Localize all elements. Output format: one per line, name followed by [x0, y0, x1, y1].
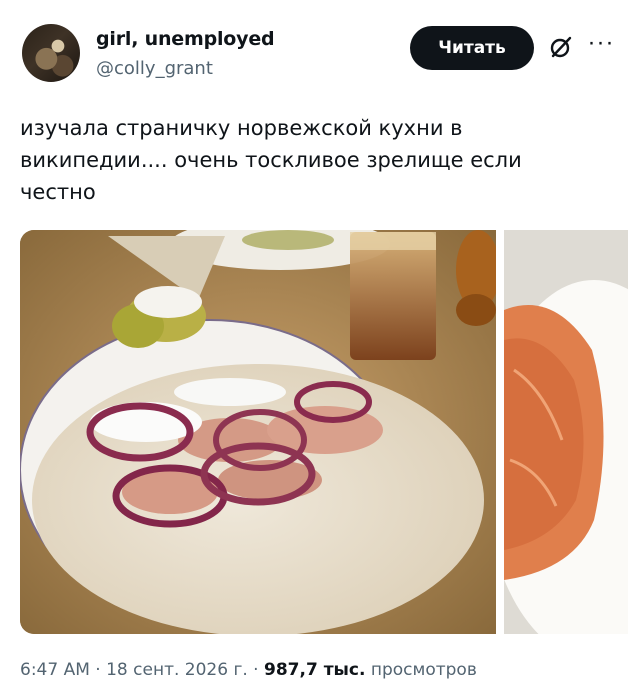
- tweet-meta: 6:47 AM · 18 сент. 2026 г. · 987,7 тыс. …: [20, 660, 477, 680]
- display-name[interactable]: girl, unemployed: [96, 28, 275, 50]
- meta-separator: ·: [89, 660, 107, 680]
- photo-smoked-salmon[interactable]: [504, 230, 628, 634]
- follow-button[interactable]: Читать: [410, 26, 534, 70]
- tweet-time[interactable]: 6:47 AM: [20, 660, 90, 680]
- tweet-media: [20, 230, 628, 634]
- views-count: 987,7 тыс.: [264, 660, 366, 680]
- views-label: просмотров: [365, 660, 477, 680]
- tweet-text: изучала страничку норвежской кухни в вик…: [20, 116, 522, 204]
- photo-lefse-salmon[interactable]: [20, 230, 496, 634]
- tweet-header: girl, unemployed @colly_grant Читать ···: [0, 0, 628, 100]
- avatar[interactable]: [22, 24, 80, 82]
- meta-separator: ·: [247, 660, 264, 680]
- user-handle[interactable]: @colly_grant: [96, 58, 213, 79]
- more-icon[interactable]: ···: [586, 31, 616, 60]
- tweet-date[interactable]: 18 сент. 2026 г.: [106, 660, 248, 680]
- grok-icon[interactable]: [548, 34, 574, 60]
